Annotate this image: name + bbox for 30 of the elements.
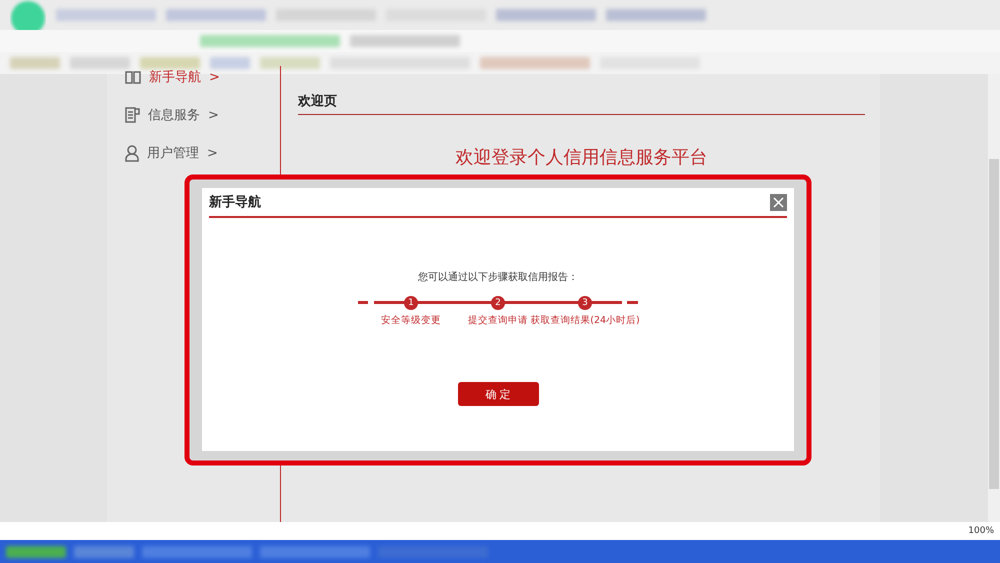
- confirm-button[interactable]: 确 定: [458, 382, 538, 406]
- step-label: 获取查询结果(24小时后): [530, 314, 640, 327]
- close-button[interactable]: [770, 194, 787, 210]
- user-icon: [125, 144, 139, 162]
- blurred-item: [74, 546, 134, 558]
- blurred-item: [260, 57, 320, 69]
- blurred-item: [10, 57, 60, 69]
- book-icon: [125, 70, 141, 84]
- close-icon: [773, 196, 784, 208]
- blurred-item: [140, 57, 200, 69]
- page-title: 欢迎页: [298, 92, 865, 115]
- address-bar[interactable]: [0, 30, 1000, 52]
- step-label: 提交查询申请: [468, 314, 528, 327]
- welcome-heading: 欢迎登录个人信用信息服务平台: [454, 146, 708, 169]
- blurred-item: [6, 546, 66, 558]
- intro-text: 您可以通过以下步骤获取信用报告：: [417, 270, 579, 284]
- document-icon: [125, 107, 140, 123]
- sidebar-item[interactable]: 用户管理 >: [125, 142, 280, 164]
- step-number: 3: [578, 296, 592, 310]
- step-number: 1: [404, 296, 418, 310]
- blurred-item: [210, 57, 250, 69]
- step-label: 安全等级变更: [381, 314, 441, 327]
- scrollbar[interactable]: [988, 74, 1000, 522]
- step-number: 2: [491, 296, 505, 310]
- blurred-item: [70, 57, 130, 69]
- sidebar-item[interactable]: 新手导航 >: [125, 66, 280, 88]
- sidebar-item[interactable]: 信息服务 >: [125, 104, 280, 126]
- zoom-level[interactable]: 100%: [968, 526, 994, 536]
- browser-logo-icon: [10, 0, 46, 30]
- dialog-title: 新手导航: [209, 194, 261, 211]
